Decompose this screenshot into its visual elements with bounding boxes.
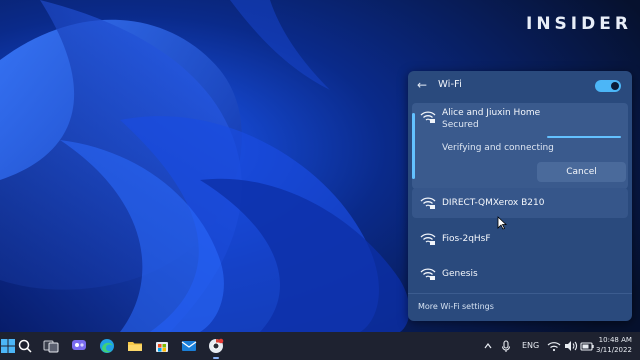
network-name: Fios-2qHsF bbox=[442, 234, 491, 244]
network-item-connecting[interactable]: Alice and Jiuxin Home Secured Verifying … bbox=[412, 103, 628, 189]
wifi-tray-icon[interactable] bbox=[546, 338, 562, 354]
connecting-progress bbox=[547, 136, 621, 138]
wifi-secured-icon bbox=[420, 111, 436, 123]
edge-icon[interactable] bbox=[99, 338, 115, 354]
store-icon[interactable] bbox=[154, 338, 170, 354]
wifi-secured-icon bbox=[420, 197, 436, 209]
panel-divider bbox=[408, 293, 632, 294]
connection-status: Verifying and connecting bbox=[442, 143, 554, 153]
chrome-icon[interactable] bbox=[208, 338, 224, 354]
network-name: DIRECT-QMXerox B210 bbox=[442, 198, 545, 208]
network-item[interactable]: DIRECT-QMXerox B210 bbox=[412, 188, 628, 218]
battery-icon[interactable] bbox=[579, 338, 595, 354]
file-explorer-icon[interactable] bbox=[127, 338, 143, 354]
network-name: Alice and Jiuxin Home bbox=[442, 108, 541, 118]
volume-icon[interactable] bbox=[563, 338, 579, 354]
panel-title: Wi-Fi bbox=[438, 79, 462, 90]
wifi-toggle[interactable] bbox=[595, 80, 621, 92]
active-app-indicator bbox=[213, 357, 219, 359]
mail-icon[interactable] bbox=[181, 338, 197, 354]
clock-date: 3/11/2022 bbox=[596, 346, 632, 354]
microphone-icon[interactable] bbox=[500, 338, 512, 354]
wifi-header: ← Wi-Fi bbox=[408, 71, 632, 101]
wifi-secured-icon bbox=[420, 233, 436, 245]
network-name: Genesis bbox=[442, 269, 478, 279]
mouse-cursor-icon bbox=[497, 216, 507, 230]
search-icon[interactable] bbox=[17, 338, 33, 354]
network-item[interactable]: Genesis bbox=[412, 259, 628, 289]
network-item[interactable]: Fios-2qHsF bbox=[412, 224, 628, 254]
insider-watermark: INSIDER bbox=[526, 14, 632, 34]
toggle-knob bbox=[611, 82, 619, 90]
taskbar bbox=[0, 332, 640, 360]
cancel-button[interactable]: Cancel bbox=[537, 162, 626, 182]
task-view-icon[interactable] bbox=[43, 338, 59, 354]
network-security: Secured bbox=[442, 120, 479, 130]
selection-accent bbox=[412, 113, 415, 179]
chat-icon[interactable] bbox=[71, 338, 87, 354]
chevron-up-icon[interactable] bbox=[483, 338, 493, 354]
language-indicator[interactable]: ENG bbox=[522, 341, 539, 350]
back-arrow-icon[interactable]: ← bbox=[417, 78, 431, 92]
windows-start-icon[interactable] bbox=[0, 338, 16, 354]
clock-time: 10:48 AM bbox=[598, 336, 632, 344]
wifi-secured-icon bbox=[420, 268, 436, 280]
wifi-flyout: ← Wi-Fi Alice and Jiuxin Home Secured Ve… bbox=[408, 71, 632, 321]
system-clock[interactable]: 10:48 AM 3/11/2022 bbox=[596, 335, 632, 355]
more-wifi-settings-link[interactable]: More Wi-Fi settings bbox=[418, 302, 494, 311]
